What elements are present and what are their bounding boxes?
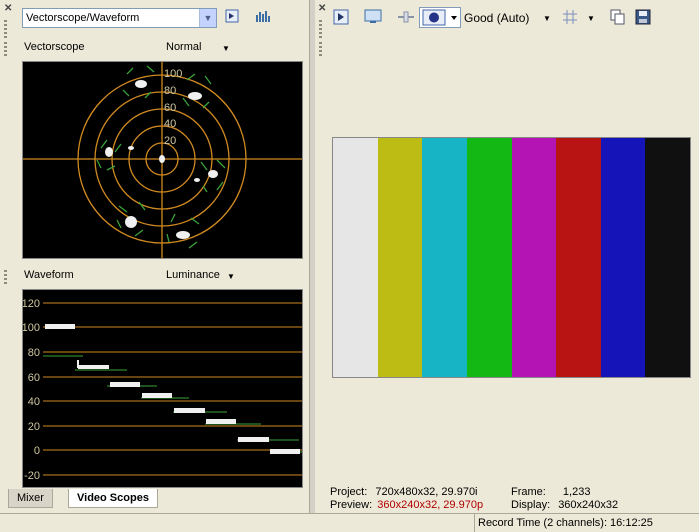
close-icon[interactable]: ✕ xyxy=(318,3,326,14)
color-bar xyxy=(466,138,513,377)
color-bar xyxy=(556,138,602,377)
ring-labels: 100 80 60 40 20 xyxy=(164,68,182,147)
copy-icon xyxy=(610,9,625,25)
scale-label: 80 xyxy=(28,347,40,359)
record-time-status: Record Time (2 channels): 16:12:25 xyxy=(474,513,699,532)
color-bar xyxy=(600,138,647,377)
video-scopes-panel: ✕ Vectorscope/Waveform ▼ Vectorscope Nor… xyxy=(0,0,310,513)
properties-icon xyxy=(333,9,349,25)
drag-handle[interactable] xyxy=(3,268,9,286)
color-bar xyxy=(645,138,690,377)
chevron-down-icon[interactable]: ▼ xyxy=(227,272,235,281)
waveform-trace xyxy=(45,324,300,454)
ring-label: 60 xyxy=(164,102,176,114)
chevron-down-icon[interactable]: ▼ xyxy=(587,14,595,23)
tab-mixer[interactable]: Mixer xyxy=(8,489,53,508)
preview-value: 360x240x32, 29.970p xyxy=(377,499,484,511)
scale-label: 120 xyxy=(23,298,40,310)
histogram-button[interactable] xyxy=(253,8,273,28)
scale-label: -20 xyxy=(24,470,40,482)
scale-label: 0 xyxy=(34,445,40,457)
chevron-down-icon[interactable]: ▼ xyxy=(543,14,551,23)
waveform-display: 120 100 80 60 40 20 0 -20 xyxy=(22,289,303,488)
preview-label: Preview: xyxy=(330,499,373,511)
video-preview xyxy=(332,137,691,378)
ring-label: 80 xyxy=(164,85,176,97)
vectorscope-graph: 100 80 60 40 20 xyxy=(23,62,302,258)
ring-label: 20 xyxy=(164,135,176,147)
grid-icon xyxy=(563,10,577,24)
preview-mode-dropdown[interactable] xyxy=(419,7,461,28)
histogram-icon xyxy=(256,11,270,22)
status-bar xyxy=(0,513,474,532)
monitor-icon xyxy=(364,9,382,23)
scale-label: 60 xyxy=(28,372,40,384)
overlays-button[interactable] xyxy=(563,10,577,27)
scale-label: 100 xyxy=(23,322,40,334)
waveform-graph: 120 100 80 60 40 20 0 -20 xyxy=(22,298,302,482)
save-icon xyxy=(635,9,651,25)
waveform-mode-dropdown[interactable]: Luminance xyxy=(166,269,220,281)
close-icon[interactable]: ✕ xyxy=(4,3,12,14)
color-bar xyxy=(333,138,379,377)
ring-label: 40 xyxy=(164,118,176,130)
scale-labels: 120 100 80 60 40 20 0 -20 xyxy=(22,298,40,482)
project-label: Project: xyxy=(330,486,368,498)
drag-handle[interactable] xyxy=(318,40,324,58)
display-info: Display: 360x240x32 xyxy=(511,499,618,511)
vectorscope-label: Vectorscope xyxy=(24,41,85,53)
update-icon xyxy=(225,9,239,23)
scope-type-dropdown[interactable]: Vectorscope/Waveform ▼ xyxy=(22,8,217,28)
preview-info: Preview: 360x240x32, 29.970p xyxy=(330,499,483,511)
frame-value: 1,233 xyxy=(562,486,591,498)
project-value: 720x480x32, 29.970i xyxy=(375,486,478,498)
preview-mode-icon xyxy=(422,9,457,26)
ring-label: 100 xyxy=(164,68,182,80)
drag-handle[interactable] xyxy=(3,40,9,58)
frame-label: Frame: xyxy=(511,486,546,498)
drag-handle[interactable] xyxy=(3,18,9,40)
vectorscope-display: 100 80 60 40 20 xyxy=(22,61,303,259)
drag-handle[interactable] xyxy=(318,18,324,40)
scale-label: 40 xyxy=(28,396,40,408)
tab-video-scopes[interactable]: Video Scopes xyxy=(68,489,158,508)
scale-label: 20 xyxy=(28,421,40,433)
display-value: 360x240x32 xyxy=(558,499,619,511)
chevron-down-icon[interactable]: ▼ xyxy=(222,44,230,53)
save-snapshot-button[interactable] xyxy=(635,9,651,28)
scope-type-value: Vectorscope/Waveform xyxy=(26,12,140,24)
color-bar xyxy=(422,138,468,377)
panel-tabs: Mixer Video Scopes xyxy=(8,489,310,509)
color-bar xyxy=(511,138,557,377)
update-scopes-button[interactable] xyxy=(222,8,242,28)
frame-info: Frame: 1,233 xyxy=(511,486,590,498)
chevron-down-icon[interactable]: ▼ xyxy=(199,9,216,27)
vectorscope-mode-dropdown[interactable]: Normal xyxy=(166,41,201,53)
display-label: Display: xyxy=(511,499,551,511)
project-info: Project: 720x480x32, 29.970i xyxy=(330,486,478,498)
split-screen-button[interactable] xyxy=(398,11,414,26)
external-monitor-button[interactable] xyxy=(364,9,382,28)
video-properties-button[interactable] xyxy=(333,9,349,28)
preview-quality-dropdown[interactable]: Good (Auto) xyxy=(464,11,529,25)
color-bar xyxy=(377,138,423,377)
copy-snapshot-button[interactable] xyxy=(610,9,626,28)
waveform-label: Waveform xyxy=(24,269,74,281)
split-screen-icon xyxy=(398,11,414,23)
